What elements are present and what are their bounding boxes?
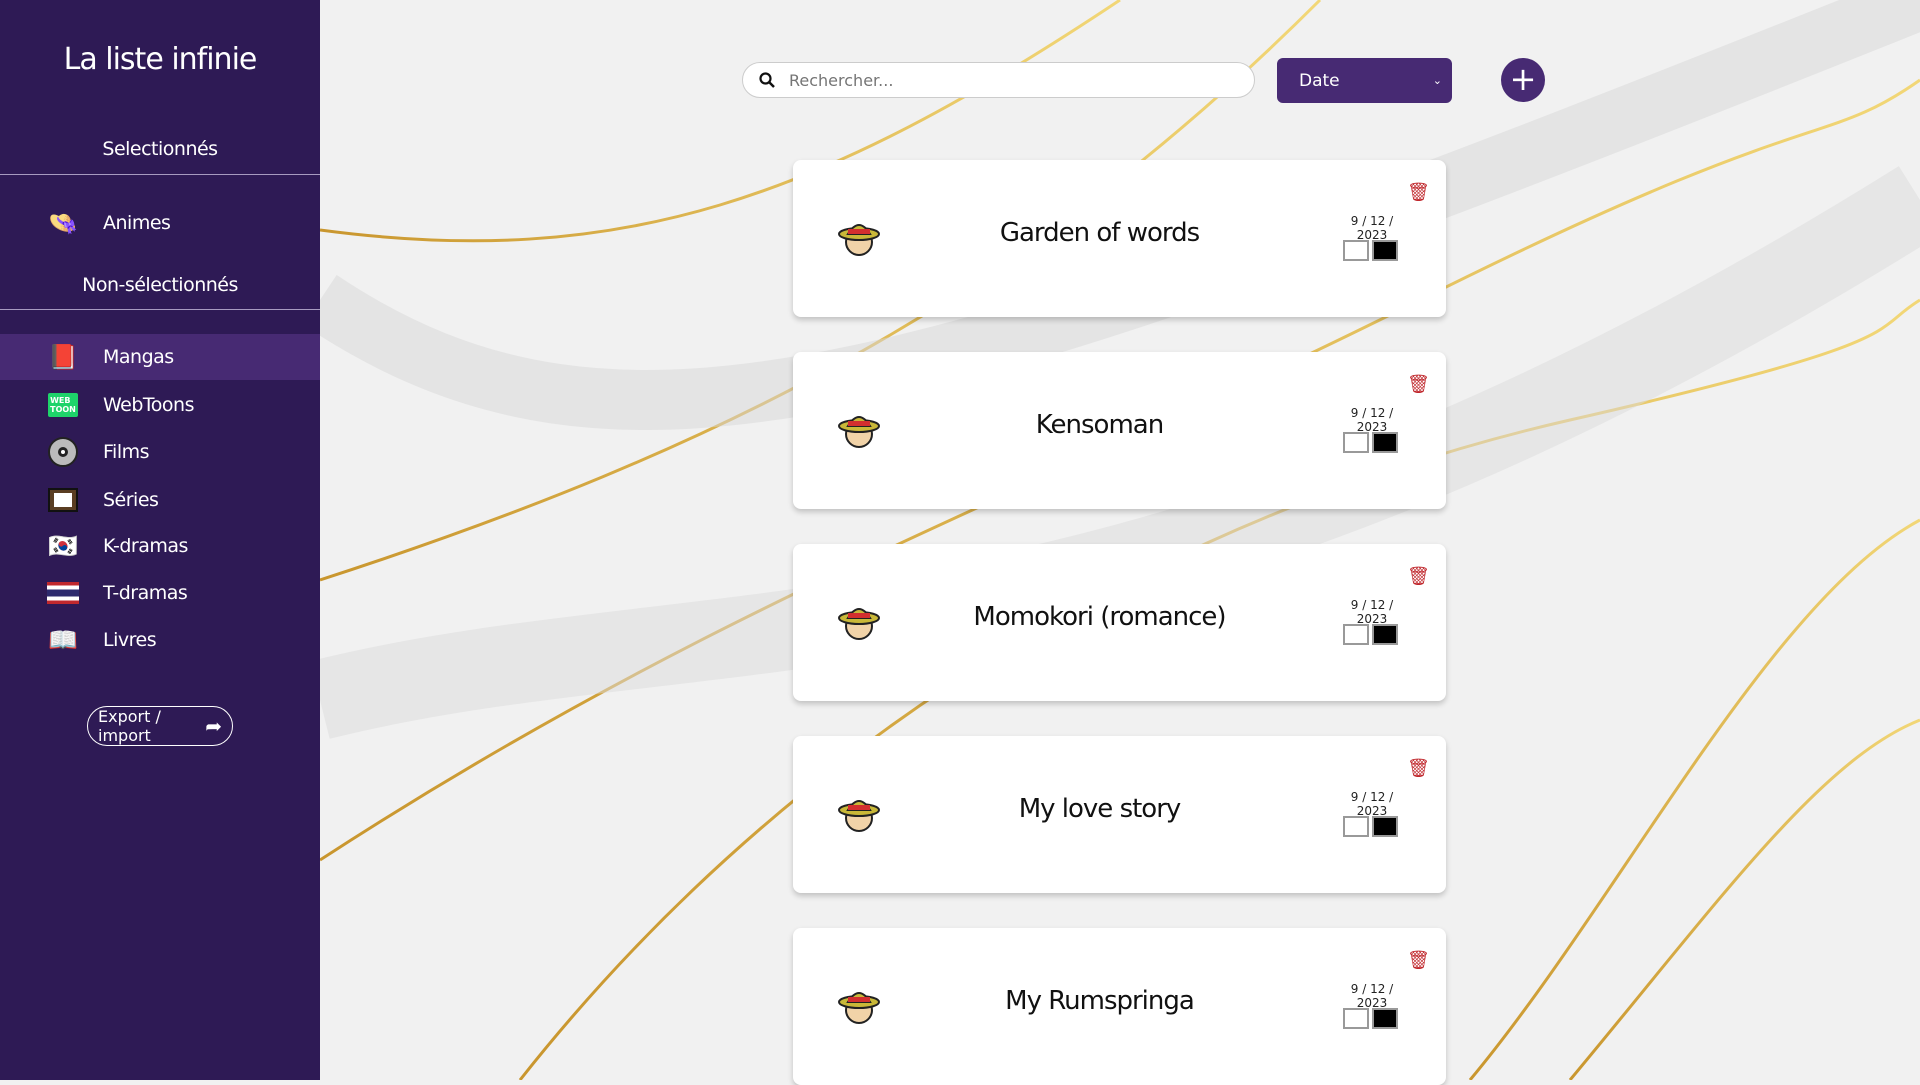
search-input[interactable] <box>789 70 1229 90</box>
share-arrow-icon: ➦ <box>205 714 222 738</box>
thailand-flag-icon <box>47 577 79 609</box>
disc-icon <box>47 436 79 468</box>
sidebar-item-webtoons[interactable]: WEB TOON WebToons <box>0 382 320 428</box>
trash-icon[interactable]: 🗑 <box>1407 950 1430 971</box>
card-title: My love story <box>1018 794 1182 824</box>
card-title: Garden of words <box>999 218 1200 248</box>
straw-hat-face-icon: 👒 <box>48 209 78 237</box>
card-date: 9 / 12 / 2023 <box>1350 406 1394 434</box>
card[interactable]: My love story 🗑 9 / 12 / 2023 <box>793 736 1446 893</box>
white-color-swatch[interactable] <box>1343 432 1369 453</box>
webtoon-icon: WEB TOON <box>47 389 79 421</box>
white-color-swatch[interactable] <box>1343 1008 1369 1029</box>
card[interactable]: My Rumspringa 🗑 9 / 12 / 2023 <box>793 928 1446 1085</box>
sidebar-item-animes[interactable]: 👒 Animes <box>0 200 320 246</box>
sidebar-item-livres[interactable]: 📖 Livres <box>0 617 320 663</box>
book-icon: 📖 <box>48 626 78 654</box>
sort-select[interactable]: Date ⌄ <box>1277 58 1452 103</box>
sidebar-item-kdramas[interactable]: 🇰🇷 K-dramas <box>0 523 320 569</box>
white-color-swatch[interactable] <box>1343 240 1369 261</box>
card[interactable]: Kensoman 🗑 9 / 12 / 2023 <box>793 352 1446 509</box>
card-title: Momokori (romance) <box>973 602 1226 632</box>
black-color-swatch[interactable] <box>1372 624 1398 645</box>
divider <box>0 174 320 175</box>
sidebar-item-label: K-dramas <box>103 535 188 557</box>
black-color-swatch[interactable] <box>1372 816 1398 837</box>
sidebar-item-label: Films <box>103 441 150 463</box>
card[interactable]: Garden of words 🗑 9 / 12 / 2023 <box>793 160 1446 317</box>
straw-hat-face-icon <box>838 800 880 832</box>
chevron-down-icon: ⌄ <box>1432 74 1442 87</box>
sidebar-item-series[interactable]: Séries <box>0 477 320 523</box>
divider <box>0 309 320 310</box>
export-import-button[interactable]: Export / import ➦ <box>87 706 233 746</box>
sidebar-item-label: T-dramas <box>103 582 188 604</box>
korea-flag-icon: 🇰🇷 <box>48 532 78 560</box>
export-label: Export / import <box>98 707 161 745</box>
tv-icon <box>47 484 79 516</box>
trash-icon[interactable]: 🗑 <box>1407 758 1430 779</box>
search-icon <box>759 72 775 88</box>
card-date: 9 / 12 / 2023 <box>1350 790 1394 818</box>
card-title: My Rumspringa <box>1005 986 1195 1016</box>
unselected-heading: Non-sélectionnés <box>82 274 238 296</box>
trash-icon[interactable]: 🗑 <box>1407 182 1430 203</box>
card-title: Kensoman <box>1035 410 1164 440</box>
white-color-swatch[interactable] <box>1343 816 1369 837</box>
straw-hat-face-icon <box>838 416 880 448</box>
sidebar-item-label: Livres <box>103 629 157 651</box>
add-button[interactable]: + <box>1501 58 1545 102</box>
sidebar-item-tdramas[interactable]: T-dramas <box>0 570 320 616</box>
straw-hat-face-icon <box>838 608 880 640</box>
black-color-swatch[interactable] <box>1372 432 1398 453</box>
card-date: 9 / 12 / 2023 <box>1350 982 1394 1010</box>
sidebar-item-label: WebToons <box>103 394 195 416</box>
trash-icon[interactable]: 🗑 <box>1407 566 1430 587</box>
search-bar <box>742 62 1255 98</box>
card[interactable]: Momokori (romance) 🗑 9 / 12 / 2023 <box>793 544 1446 701</box>
sidebar-item-label: Séries <box>103 489 159 511</box>
straw-hat-face-icon <box>838 992 880 1024</box>
sidebar-item-films[interactable]: Films <box>0 429 320 475</box>
manga-book-icon: 📕 <box>48 343 78 371</box>
card-date: 9 / 12 / 2023 <box>1350 214 1394 242</box>
black-color-swatch[interactable] <box>1372 1008 1398 1029</box>
sidebar: La liste infinie Selectionnés 👒 Animes No… <box>0 0 320 1080</box>
card-date: 9 / 12 / 2023 <box>1350 598 1394 626</box>
sort-value: Date <box>1299 70 1340 91</box>
sidebar-item-label: Mangas <box>103 346 174 368</box>
selected-heading: Selectionnés <box>102 138 218 160</box>
trash-icon[interactable]: 🗑 <box>1407 374 1430 395</box>
white-color-swatch[interactable] <box>1343 624 1369 645</box>
straw-hat-face-icon <box>838 224 880 256</box>
sidebar-item-label: Animes <box>103 212 171 234</box>
black-color-swatch[interactable] <box>1372 240 1398 261</box>
sidebar-item-mangas[interactable]: 📕 Mangas <box>0 334 320 380</box>
app-title: La liste infinie <box>63 42 258 77</box>
